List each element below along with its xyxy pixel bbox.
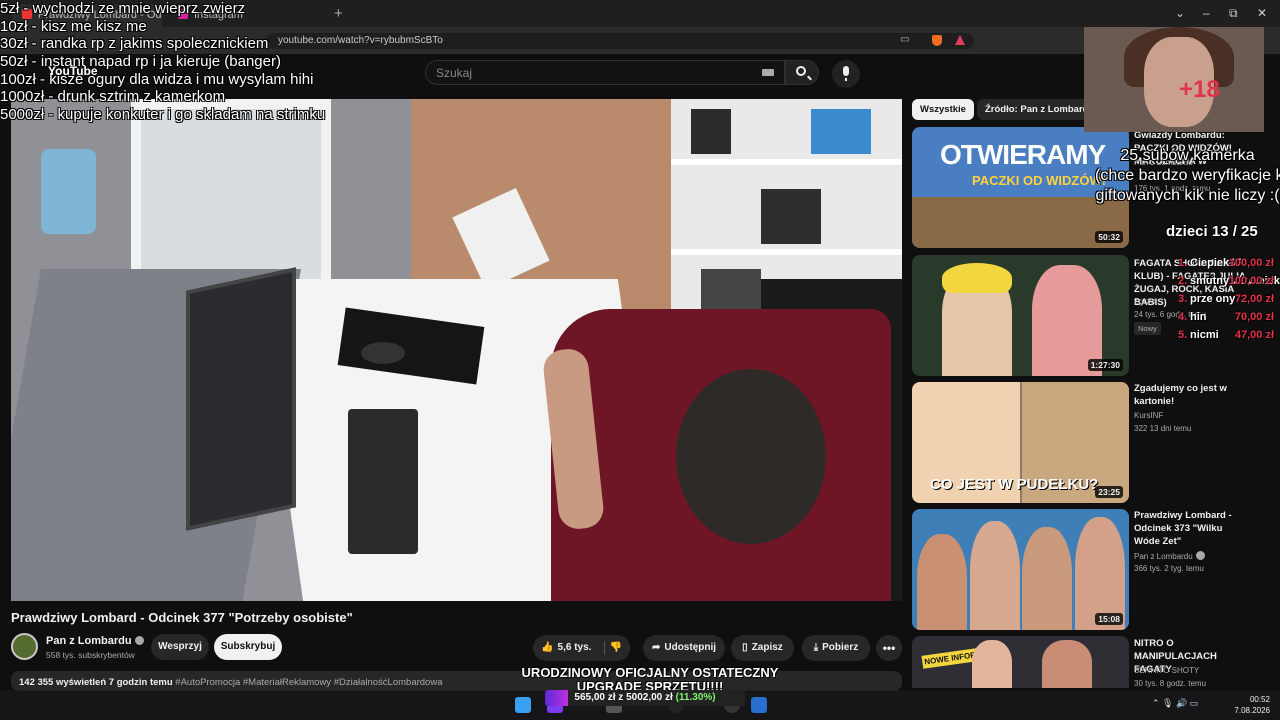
goal-progress-text: 565,00 zł z 5002,00 zł (11.30%) (574, 692, 716, 703)
search-input[interactable]: Szukaj (436, 66, 472, 80)
video-keyboard (348, 409, 418, 554)
video-mouse (361, 342, 405, 364)
brave-shield-icon[interactable] (932, 35, 942, 46)
like-button[interactable]: 👍 5,6 tys. 👎 (533, 635, 630, 661)
donation-price-list: 5zł - wychodzi ze mnie wieprz zwierz 10z… (0, 0, 325, 124)
video-duration: 15:08 (1095, 613, 1123, 625)
video-player[interactable] (11, 99, 902, 601)
thumb-title: CO JEST W PUDEŁKU? (930, 476, 1099, 493)
verified-icon (134, 636, 144, 645)
new-tab-button[interactable]: + (334, 4, 343, 24)
keyboard-icon[interactable] (762, 69, 774, 76)
video-bottle (41, 149, 96, 234)
microphone-icon (843, 66, 849, 81)
sub-goal-text: 25 subów kamerka (chce bardzo weryfikacj… (1095, 147, 1280, 204)
video-duration: 23:25 (1095, 486, 1123, 498)
leaderboard-row: 1. Ciepiek47 100,00 zł (1178, 257, 1274, 269)
channel-name[interactable]: Pan z Lombardu (46, 635, 144, 647)
like-divider (604, 641, 605, 655)
subscriber-count: 558 tys. subskrybentów (46, 650, 135, 660)
sidebar-video-channel[interactable]: SERHITO SHOTY (1134, 666, 1199, 675)
channel-avatar[interactable] (11, 633, 38, 660)
close-button[interactable]: ✕ (1257, 6, 1267, 20)
tab-list-icon[interactable]: ⌄ (1175, 6, 1185, 20)
price-item: 10zł - kisz me kisz me (0, 17, 147, 35)
leaderboard-row: 4. hin 70,00 zł (1178, 311, 1274, 323)
adult-badge: +18 (1179, 76, 1220, 103)
youtube-logo[interactable]: YouTube (48, 64, 98, 78)
sidebar-thumbnail-2[interactable]: 1:27:30 (912, 255, 1129, 376)
video-duration: 50:32 (1095, 231, 1123, 243)
price-item: 5zł - wychodzi ze mnie wieprz zwierz (0, 0, 246, 17)
sidebar-video-title[interactable]: Prawdziwy Lombard - Odcinek 373 "Wilku W… (1134, 509, 1249, 548)
maximize-button[interactable]: ⧉ (1229, 6, 1238, 21)
search-button[interactable] (785, 60, 819, 85)
thumb-subtitle: PACZKI OD WIDZÓW! (972, 173, 1107, 188)
sidebar-thumbnail-3[interactable]: CO JEST W PUDEŁKU? 23:25 (912, 382, 1129, 503)
download-icon: ⤓ (813, 642, 819, 653)
sidebar-video-channel[interactable]: KursINF (1134, 411, 1163, 420)
minimize-button[interactable]: – (1203, 6, 1210, 20)
price-item: 30zł - randka rp z jakims spolecznickiem (0, 35, 269, 53)
thumbs-up-icon: 👍 (541, 642, 554, 653)
search-box[interactable]: Szukaj (425, 60, 785, 85)
donation-goal-bar: 565,00 zł z 5002,00 zł (11.30%) (545, 690, 745, 706)
url-field[interactable]: youtube.com/watch?v=rybubmScBTo (266, 33, 974, 49)
sidebar-video-meta: 30 tys. 8 godz. temu (1134, 679, 1207, 688)
bookmark-icon: ▯ (742, 642, 748, 653)
more-button[interactable]: ••• (876, 635, 902, 661)
system-tray[interactable]: ⌃ 🎙 🔊 ▭ (1152, 698, 1198, 709)
windows-start-icon[interactable] (515, 697, 531, 713)
price-item: 1000zł - drunk sztrim z kamerkom (0, 88, 226, 106)
verified-icon (1195, 551, 1205, 560)
taskbar-clock[interactable]: 00:52 7.08.2026 (1226, 694, 1270, 716)
sidebar-video-meta: 322 13 dni temu (1134, 424, 1192, 433)
leaderboard-row: 5. nicmi 47,00 zł (1178, 329, 1274, 341)
video-monitor (186, 267, 296, 531)
search-icon (796, 66, 806, 76)
voice-search-button[interactable] (832, 60, 860, 88)
sidebar-thumbnail-4[interactable]: 15:08 (912, 509, 1129, 630)
save-button[interactable]: ▯ Zapisz (731, 635, 794, 661)
app-icon[interactable] (751, 697, 767, 713)
chip-all[interactable]: Wszystkie (912, 99, 974, 120)
share-icon: ➦ (651, 642, 661, 653)
hashtags: #AutoPromocja #MateriałReklamowy #Działa… (175, 677, 443, 688)
brave-rewards-icon[interactable] (955, 35, 965, 45)
sidebar-video-channel[interactable]: Pan z Lombardu (1134, 551, 1205, 561)
share-button[interactable]: ➦ Udostępnij (643, 635, 725, 661)
sidebar-video-meta: 366 tys. 2 tyg. temu (1134, 564, 1204, 573)
webcam-overlay (1084, 27, 1264, 132)
kids-counter: dzieci 13 / 25 (1166, 223, 1258, 240)
price-item: 5000zł - kupuje konkuter i go skladam na… (0, 106, 326, 124)
thumbs-down-icon[interactable]: 👎 (609, 642, 621, 653)
video-head (676, 369, 826, 544)
leaderboard-row: 2. smutny wrubelek 100,00 zł (1178, 275, 1280, 287)
video-title: Prawdziwy Lombard - Odcinek 377 "Potrzeb… (11, 610, 353, 625)
sidebar-thumbnail-5[interactable]: NOWE INFORMACJE (912, 636, 1129, 688)
subscribe-button[interactable]: Subskrybuj (214, 634, 282, 660)
thumb-title: OTWIERAMY (940, 139, 1106, 170)
support-button[interactable]: Wesprzyj (151, 634, 209, 660)
video-duration: 1:27:30 (1087, 359, 1123, 371)
sidebar-video-title[interactable]: Zgadujemy co jest w kartonie! (1134, 382, 1249, 408)
download-button[interactable]: ⤓ Pobierz (802, 635, 870, 661)
leaderboard-row: 3. prze ony 72,00 zł (1178, 293, 1274, 305)
donor-leaderboard: 1. Ciepiek47 100,00 zł 2. smutny wrubelek 10… (1112, 254, 1280, 344)
cast-icon[interactable]: ▭ (900, 34, 909, 45)
